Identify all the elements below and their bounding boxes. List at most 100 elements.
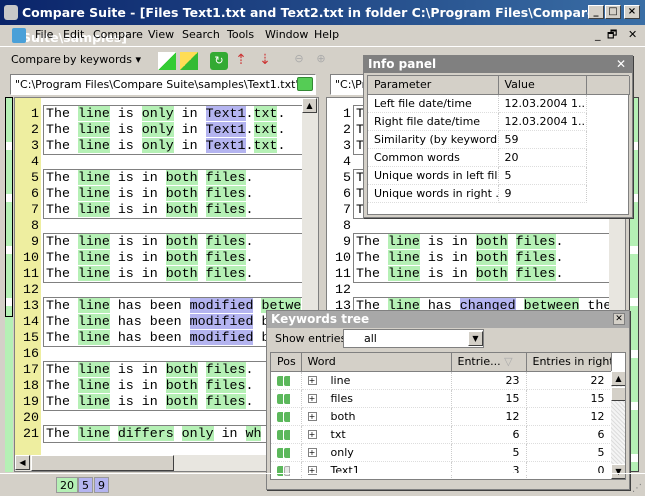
line-number: 10 (335, 250, 351, 265)
scroll-left-button[interactable]: ◀ (15, 455, 30, 470)
show-entries-dropdown[interactable]: all ▼ (343, 329, 484, 348)
keyword-row[interactable]: + both 12 12 (271, 407, 612, 426)
info-row[interactable]: Right file date/time 12.03.2004 1... (368, 112, 630, 131)
scroll-thumb[interactable] (611, 387, 625, 401)
folder-icon[interactable] (297, 77, 313, 91)
text-line[interactable]: The line is in both files. (46, 170, 254, 186)
menu-compare[interactable]: Compare (93, 25, 143, 45)
expand-icon[interactable]: + (307, 376, 317, 385)
text-line[interactable]: The line is in both files. (46, 266, 254, 282)
text-line[interactable]: The line is only in Text1.txt. (46, 138, 285, 154)
menu-view[interactable]: View (148, 25, 174, 45)
text-segment: The (356, 250, 388, 265)
close-icon[interactable]: ✕ (616, 56, 626, 73)
column-header-word[interactable]: Word (301, 353, 452, 372)
text-line[interactable]: The line has been modified b (46, 330, 269, 346)
text-line[interactable]: The line has been modified betwe (46, 298, 302, 314)
text-segment (198, 202, 206, 217)
expand-icon[interactable]: + (307, 412, 317, 421)
text-line[interactable]: The line is only in Text1.txt. (46, 122, 285, 138)
menu-tools[interactable]: Tools (227, 25, 254, 45)
text-line[interactable]: The line is in both files. (46, 362, 254, 378)
maximize-button[interactable]: □ (605, 5, 621, 19)
menu-window[interactable]: Window (265, 25, 308, 45)
keyword-row[interactable]: + txt 6 6 (271, 425, 612, 444)
left-file-path[interactable]: "C:\Program Files\Compare Suite\samples\… (10, 74, 316, 95)
scroll-up-button[interactable]: ▲ (611, 371, 625, 386)
expand-icon[interactable]: + (307, 448, 317, 457)
resize-grip[interactable]: ⋰ (632, 483, 642, 494)
menu-edit[interactable]: Edit (63, 25, 84, 45)
text-line[interactable]: The line is only in Text1.txt. (46, 106, 285, 122)
unique-right-count: 9 (94, 477, 109, 493)
text-segment: The (356, 266, 388, 281)
text-line[interactable]: The line is in both files. (46, 202, 254, 218)
column-header-parameter[interactable]: Parameter (368, 76, 499, 95)
chevron-down-icon[interactable]: ▼ (468, 331, 483, 346)
left-overview-strip[interactable] (5, 97, 13, 472)
info-row[interactable]: Left file date/time 12.03.2004 1... (368, 94, 630, 113)
line-number: 4 (31, 154, 39, 169)
text-line[interactable]: The line is in both files. (46, 394, 254, 410)
compare-mode-dropdown[interactable]: by keywords ▾ (63, 53, 141, 66)
previous-difference-icon[interactable]: ⇡ (232, 52, 250, 70)
text-segment: is in (109, 250, 166, 265)
text-line[interactable]: The line is in both files. (356, 234, 564, 250)
menu-bar: File Edit Compare View Search Tools Wind… (0, 25, 645, 45)
refresh-icon[interactable]: ↻ (210, 52, 228, 70)
menu-help[interactable]: Help (314, 25, 339, 45)
parameter-value: 59 (498, 130, 587, 149)
close-icon[interactable]: ✕ (613, 313, 625, 325)
column-header-pos[interactable]: Pos (271, 353, 302, 372)
text-line[interactable]: The line has been modified b (46, 314, 269, 330)
text-line[interactable]: The line is in both files. (46, 186, 254, 202)
line-number: 14 (23, 314, 39, 329)
info-row[interactable]: Similarity (by keyword... 59 (368, 130, 630, 149)
text-line[interactable]: The line is in both files. (356, 266, 564, 282)
entries-right: 12 (526, 407, 612, 426)
scroll-up-button[interactable]: ▲ (302, 98, 317, 113)
text-line[interactable]: The line is in both files. (46, 378, 254, 394)
minimize-button[interactable]: _ (588, 5, 604, 19)
keywords-scrollbar[interactable]: ▲ ▼ (611, 371, 625, 479)
info-row[interactable]: Common words 20 (368, 148, 630, 167)
mdi-restore-button[interactable]: 🗗 (607, 25, 617, 45)
keyword-row[interactable]: + line 23 22 (271, 371, 612, 390)
text-line[interactable]: The line is in both files. (356, 250, 564, 266)
next-difference-icon[interactable]: ⇣ (256, 52, 274, 70)
mdi-minimize-button[interactable]: _ (595, 25, 601, 45)
line-number: 1 (343, 106, 351, 121)
open-right-file-icon[interactable] (180, 52, 198, 70)
line-number: 4 (343, 154, 351, 169)
open-left-file-icon[interactable] (158, 52, 176, 70)
expand-icon[interactable]: + (307, 430, 317, 439)
menu-search[interactable]: Search (182, 25, 220, 45)
back-icon[interactable]: ⊖ (290, 52, 308, 70)
column-header-entries-right[interactable]: Entries in right (526, 353, 612, 372)
keyword-row[interactable]: + files 15 15 (271, 389, 612, 408)
expand-icon[interactable]: + (307, 394, 317, 403)
common-word: only (141, 138, 174, 153)
scroll-thumb[interactable] (31, 455, 174, 471)
info-row[interactable]: Unique words in left file 5 (368, 166, 630, 185)
text-line[interactable]: The line is in both files. (46, 250, 254, 266)
column-header-entries-left[interactable]: Entrie... ▽ (451, 353, 527, 372)
info-row[interactable]: Unique words in right ... 9 (368, 184, 630, 203)
column-header-value[interactable]: Value (498, 76, 587, 95)
line-number: 19 (23, 394, 39, 409)
text-line[interactable]: The line is in both files. (46, 234, 254, 250)
text-line[interactable]: The line differs only in wh (46, 426, 262, 442)
parameter-value: 12.03.2004 1... (498, 112, 587, 131)
keyword-row[interactable]: + only 5 5 (271, 443, 612, 462)
text-segment (198, 170, 206, 185)
mdi-close-button[interactable]: ✕ (628, 25, 637, 45)
forward-icon[interactable]: ⊕ (312, 52, 330, 70)
line-number: 5 (31, 170, 39, 185)
line-number: 11 (335, 266, 351, 281)
info-table: Parameter Value Left file date/time 12.03.… (368, 76, 630, 203)
text-segment: . (245, 250, 254, 265)
line-number: 11 (23, 266, 39, 281)
close-button[interactable]: × (624, 5, 640, 19)
menu-file[interactable]: File (35, 25, 53, 45)
text-segment: . (245, 202, 254, 217)
